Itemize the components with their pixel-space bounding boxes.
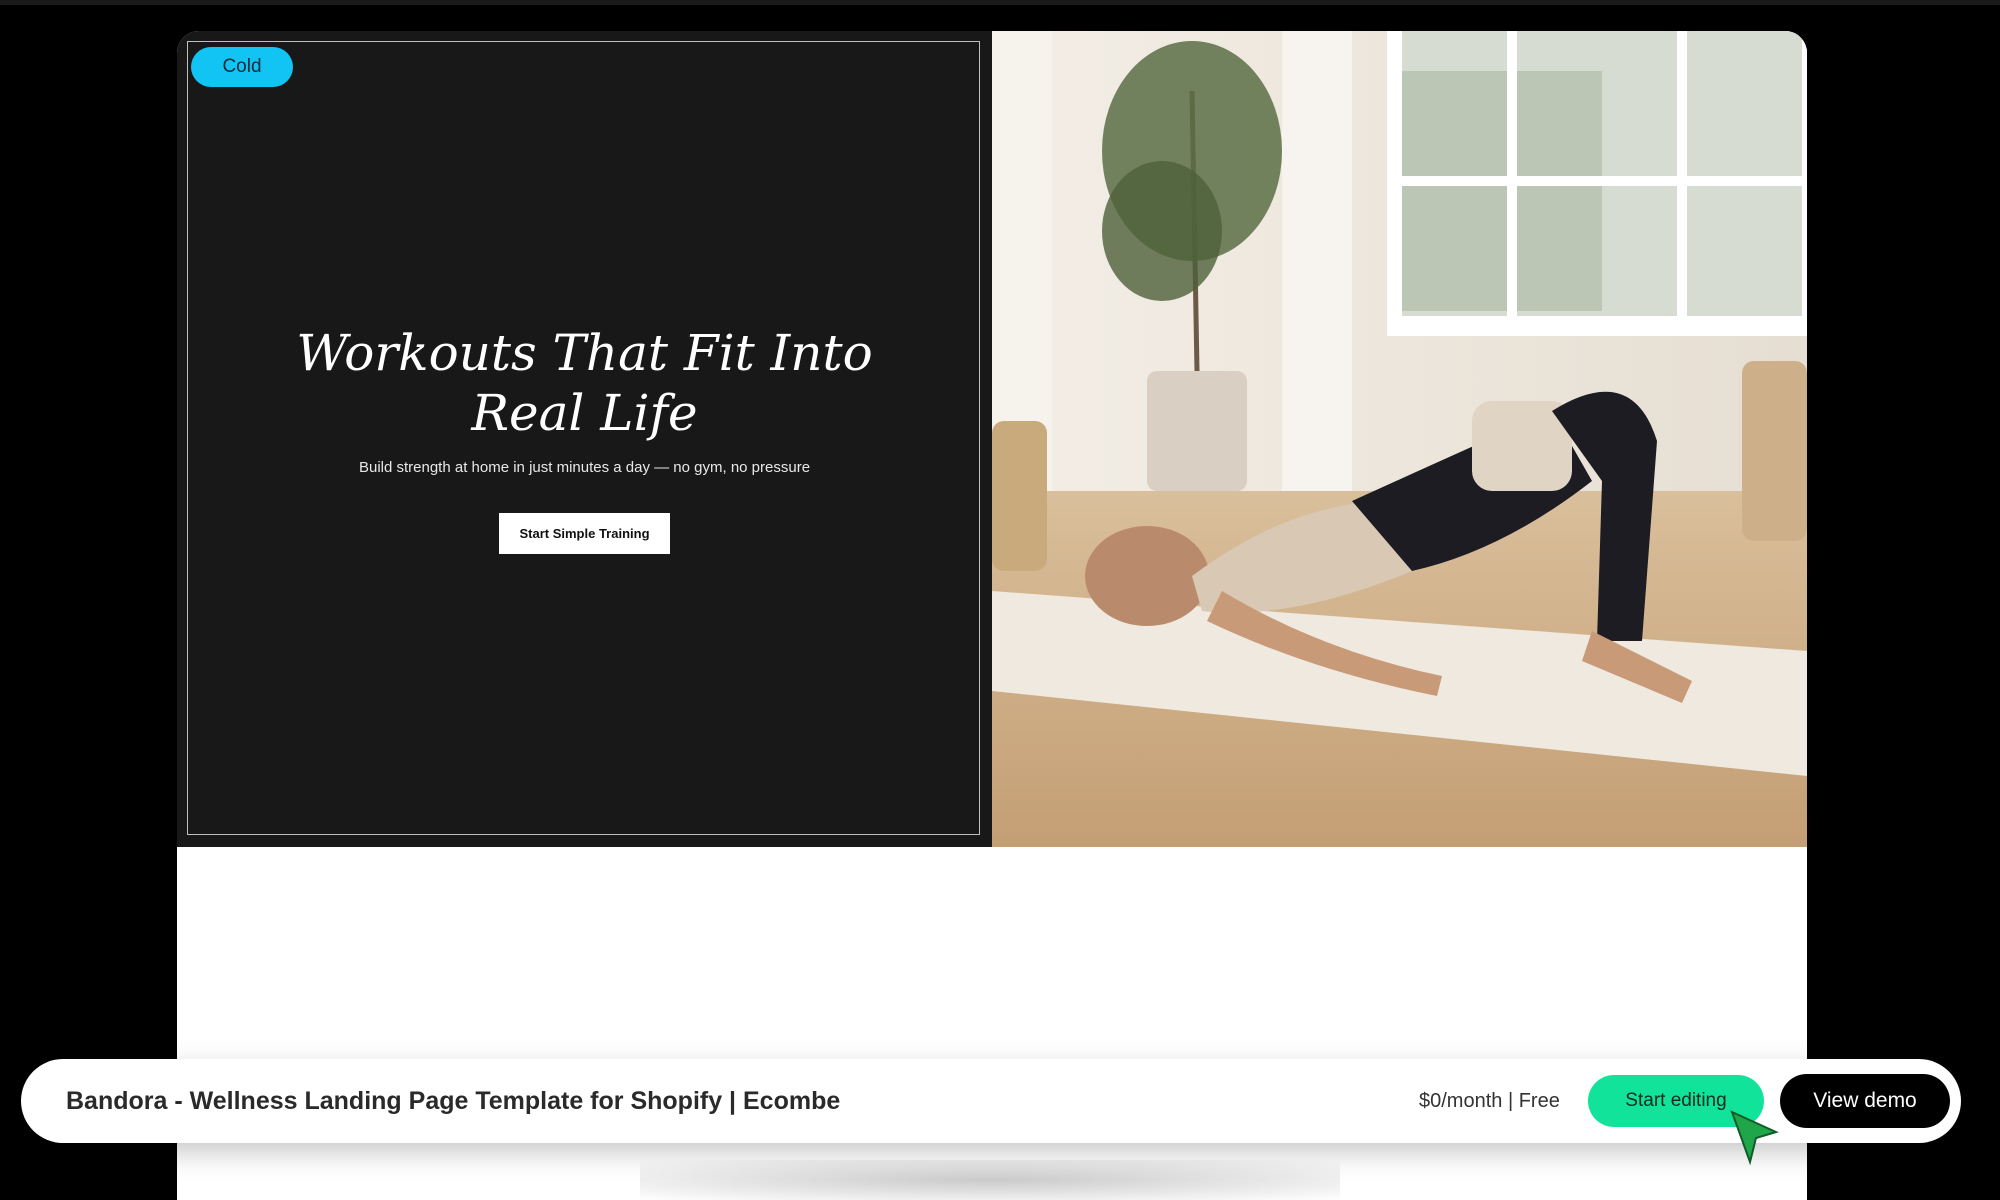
hero-photo-illustration (992, 31, 1807, 847)
hero-image (992, 31, 1807, 847)
top-divider (0, 0, 2000, 5)
hero-headline: Workouts That Fit Into Real Life (267, 323, 902, 443)
template-price: $0/month | Free (1419, 1090, 1560, 1112)
start-simple-training-button[interactable]: Start Simple Training (499, 513, 670, 554)
view-demo-button[interactable]: View demo (1780, 1074, 1950, 1128)
mouse-pointer-icon (1730, 1110, 1779, 1166)
hero-section: Cold Workouts That Fit Into Real Life Bu… (177, 31, 1807, 847)
hero-subheadline: Build strength at home in just minutes a… (358, 459, 811, 476)
template-action-bar: Bandora - Wellness Landing Page Template… (24, 1062, 1958, 1140)
lower-preview-blur (640, 1160, 1340, 1200)
template-preview-frame: Cold Workouts That Fit Into Real Life Bu… (177, 31, 1807, 1200)
temperature-badge: Cold (191, 47, 293, 87)
hero-headline-line-1: Workouts That Fit Into (296, 324, 873, 382)
hero-left-panel: Cold Workouts That Fit Into Real Life Bu… (177, 31, 992, 847)
template-title: Bandora - Wellness Landing Page Template… (66, 1087, 841, 1115)
hero-headline-line-2: Real Life (471, 384, 698, 442)
